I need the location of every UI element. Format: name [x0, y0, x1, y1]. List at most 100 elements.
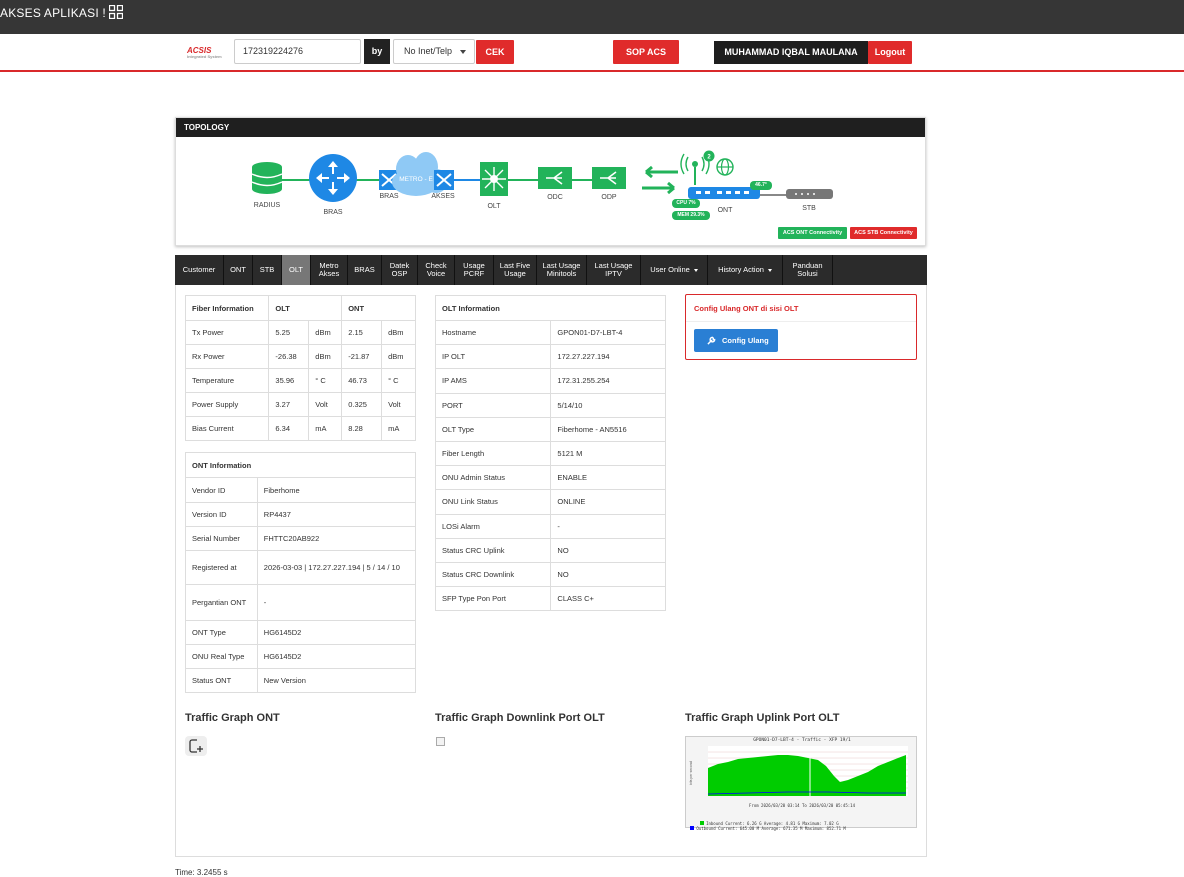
- table-row: Rx Power -26.38 dBm -21.87 dBm: [184, 344, 416, 369]
- chevron-down-icon: [460, 50, 466, 54]
- table-row: IP OLT 172.27.227.194: [434, 344, 666, 370]
- tab-user-online[interactable]: User Online: [641, 255, 708, 285]
- table-header: OLT Information: [435, 295, 666, 321]
- add-graph-button[interactable]: [185, 736, 207, 756]
- table-cell: Registered at: [185, 550, 258, 585]
- topology-panel: TOPOLOGY 2 RADIUS BRAS BRAS METRO - E AK…: [175, 117, 926, 246]
- logout-button[interactable]: Logout: [868, 41, 912, 64]
- table-header: ONT Information: [185, 452, 416, 478]
- tab-olt[interactable]: OLT: [282, 255, 311, 285]
- table-header: ONT: [341, 295, 416, 321]
- cek-button[interactable]: CEK: [476, 40, 514, 64]
- broken-image-icon: [436, 737, 445, 746]
- sop-acs-button[interactable]: SOP ACS: [613, 40, 679, 64]
- topology-title: TOPOLOGY: [176, 118, 925, 137]
- ont-device-icon: [688, 187, 760, 199]
- uplink-graph-legend: Inbound Current: 6.26 G Average: 4.81 G …: [690, 815, 846, 837]
- ont-temperature-badge: 46.7°: [755, 182, 767, 188]
- table-cell: Hostname: [434, 319, 552, 346]
- tab-bar: Customer ONT STB OLT Metro Akses BRAS Da…: [175, 255, 927, 285]
- table-cell: Power Supply: [184, 392, 270, 417]
- table-cell: RP4437: [256, 502, 417, 527]
- table-cell: Tx Power: [184, 320, 270, 345]
- table-cell: 6.34: [268, 416, 310, 441]
- tab-last-five-usage[interactable]: Last Five Usage: [494, 255, 537, 285]
- config-ulang-button[interactable]: Config Ulang: [694, 329, 778, 352]
- database-icon: [251, 162, 283, 194]
- tab-metro-akses[interactable]: Metro Akses: [311, 255, 348, 285]
- apps-grid-icon[interactable]: [109, 5, 123, 19]
- tab-last-usage-iptv[interactable]: Last Usage IPTV: [587, 255, 641, 285]
- axis-label: bits per second: [689, 761, 693, 785]
- tab-panduan-solusi[interactable]: Panduan Solusi: [783, 255, 833, 285]
- table-cell: Rx Power: [184, 344, 270, 369]
- table-cell: 0.325: [341, 392, 383, 417]
- table-cell: 2.15: [341, 320, 383, 345]
- config-ulang-title: Config Ulang ONT di sisi OLT: [686, 295, 916, 322]
- tab-datek-osp[interactable]: Datek OSP: [382, 255, 418, 285]
- search-type-select[interactable]: No Inet/Telp: [393, 39, 475, 64]
- uplink-graph-title: GPON01-D7-LBT-4 - Traffic - XFP 19/1: [753, 738, 851, 743]
- acs-ont-connectivity-badge[interactable]: ACS ONT Connectivity: [778, 227, 847, 239]
- table-row: Pergantian ONT -: [185, 584, 417, 621]
- table-row: Status CRC Downlink NO: [434, 561, 666, 588]
- tab-ont[interactable]: ONT: [224, 255, 253, 285]
- table-cell: Fiber Length: [434, 440, 552, 467]
- top-bar: AKSES APLIKASI !: [0, 0, 1184, 34]
- table-row: IP AMS 172.31.255.254: [434, 368, 666, 394]
- table-cell: Version ID: [185, 502, 258, 527]
- app-title: AKSES APLIKASI !: [0, 6, 106, 20]
- table-row: Hostname GPON01-D7-LBT-4: [434, 319, 666, 346]
- table-cell: PORT: [434, 392, 552, 418]
- splitter-icon: [592, 167, 626, 189]
- tab-stb[interactable]: STB: [253, 255, 282, 285]
- table-header: Fiber Information: [184, 295, 270, 321]
- topology-label-akses: AKSES: [431, 193, 455, 200]
- table-cell: -: [550, 513, 666, 539]
- table-cell: ° C: [381, 368, 416, 393]
- table-cell: -21.87: [341, 344, 383, 369]
- table-header: OLT: [268, 295, 343, 321]
- table-cell: Fiberhome - AN5516: [550, 416, 666, 442]
- globe-icon: [716, 158, 734, 176]
- search-bar: [0, 34, 1184, 72]
- table-cell: Status CRC Downlink: [434, 561, 552, 588]
- tab-usage-pcrf[interactable]: Usage PCRF: [455, 255, 494, 285]
- table-row: Version ID RP4437: [185, 502, 417, 527]
- tab-customer[interactable]: Customer: [175, 255, 224, 285]
- router-icon: [309, 154, 357, 202]
- tab-bras[interactable]: BRAS: [348, 255, 382, 285]
- topology-label-bras-switch: BRAS: [379, 193, 399, 200]
- table-cell: ° C: [308, 368, 343, 393]
- uplink-graph-plot: [708, 746, 908, 796]
- tab-last-usage-minitools[interactable]: Last Usage Minitools: [537, 255, 587, 285]
- table-cell: Bias Current: [184, 416, 270, 441]
- table-cell: ONLINE: [550, 489, 666, 515]
- table-cell: New Version: [256, 668, 417, 693]
- table-cell: -: [256, 584, 417, 621]
- table-row: SFP Type Pon Port CLASS C+: [434, 586, 666, 612]
- traffic-graph-ont-title: Traffic Graph ONT: [185, 712, 280, 724]
- table-row: Status CRC Uplink NO: [434, 537, 666, 563]
- search-input[interactable]: 172319224276: [234, 39, 361, 64]
- table-row: ONU Link Status ONLINE: [434, 489, 666, 515]
- tab-check-voice[interactable]: Check Voice: [418, 255, 455, 285]
- table-cell: 35.96: [268, 368, 310, 393]
- table-cell: dBm: [381, 344, 416, 369]
- table-cell: Volt: [381, 392, 416, 417]
- switch-icon: [434, 170, 454, 190]
- table-cell: 5/14/10: [550, 392, 666, 418]
- uplink-graph-footer: From 2026/03/20 03:14 To 2026/03/20 05:4…: [749, 803, 855, 808]
- acsis-logo: ACSIS Integrated System: [187, 46, 222, 59]
- olt-information-table: OLT Information Hostname GPON01-D7-LBT-4 I…: [434, 295, 666, 612]
- table-cell: Vendor ID: [185, 477, 258, 503]
- table-cell: dBm: [308, 320, 343, 345]
- table-cell: dBm: [381, 320, 416, 345]
- table-cell: 46.73: [341, 368, 383, 393]
- topology-label-ont: ONT: [717, 207, 733, 214]
- uplink-traffic-graph: GPON01-D7-LBT-4 - Traffic - XFP 19/1 bit…: [685, 736, 917, 831]
- tab-history-action[interactable]: History Action: [708, 255, 783, 285]
- topology-label-metro: METRO - E: [399, 176, 433, 183]
- table-cell: mA: [381, 416, 416, 441]
- acs-stb-connectivity-badge[interactable]: ACS STB Connectivity: [850, 227, 917, 239]
